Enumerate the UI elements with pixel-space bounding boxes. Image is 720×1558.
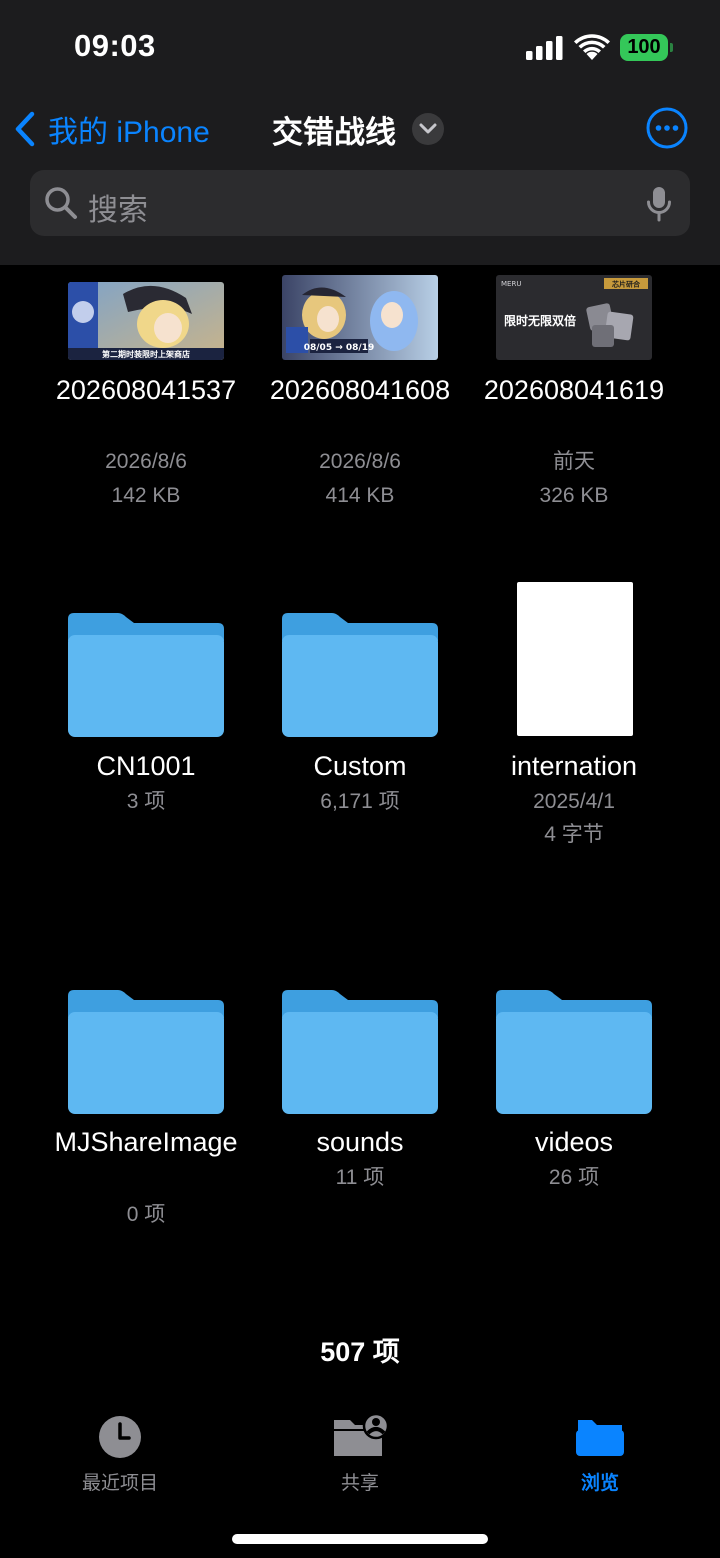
image-thumbnail: 第二期时装限时上架商店 — [68, 282, 224, 360]
folder-item-count: 11 项 — [335, 1166, 385, 1189]
status-bar: 09:03 100 — [0, 0, 720, 90]
folder-icon — [68, 613, 224, 737]
search-placeholder: 搜索 — [88, 194, 148, 227]
page-title: 交错战线 — [272, 114, 396, 150]
file-name: 202608041537 — [55, 375, 237, 405]
navigation-bar: 我的 iPhone 交错战线 — [0, 100, 720, 158]
folder-item[interactable]: videos 26 项 — [467, 952, 681, 1192]
thumbnail-caption: 第二期时装限时上架商店 — [102, 349, 190, 359]
tab-shared[interactable]: 共享 — [280, 1414, 440, 1504]
folder-icon — [68, 990, 224, 1114]
folder-item[interactable]: Custom 6,171 项 — [253, 575, 467, 815]
battery-tip — [670, 43, 673, 52]
thumbnail-brand: MERU — [501, 280, 521, 288]
folder-item[interactable]: MJShareImage 0 项 — [39, 952, 253, 1232]
file-item[interactable]: internation 2025/4/1 4 字节 — [467, 575, 681, 855]
tab-recents[interactable]: 最近项目 — [40, 1414, 200, 1504]
file-name: 202608041608 — [269, 375, 451, 405]
file-item[interactable]: MERU 芯片研合 限时无限双倍 202608041619 前天 326 KB — [467, 272, 681, 522]
thumbnail-headline: 限时无限双倍 — [504, 313, 576, 328]
folder-icon — [282, 613, 438, 737]
search-icon — [45, 187, 77, 219]
file-date: 2026/8/6 — [105, 450, 187, 473]
battery-indicator: 100 — [620, 34, 668, 61]
folder-name: videos — [534, 1127, 614, 1157]
tab-label: 共享 — [340, 1473, 379, 1494]
file-size: 142 KB — [111, 484, 181, 507]
folder-item[interactable]: CN1001 3 项 — [39, 575, 253, 815]
chevron-down-icon — [412, 113, 444, 145]
file-size: 4 字节 — [544, 823, 604, 846]
back-button-label: 我的 iPhone — [48, 116, 210, 149]
folder-item-count: 26 项 — [548, 1166, 600, 1189]
more-options-icon[interactable] — [646, 107, 688, 149]
file-name: 202608041619 — [483, 375, 665, 405]
file-date: 前天 — [553, 450, 595, 473]
wifi-icon — [574, 34, 610, 60]
folder-title-menu[interactable]: 交错战线 — [272, 104, 444, 154]
document-thumbnail — [517, 582, 633, 736]
tab-label: 浏览 — [580, 1473, 619, 1494]
shared-folder-icon — [334, 1414, 390, 1456]
file-date: 2025/4/1 — [533, 790, 615, 813]
total-item-count: 507 项 — [320, 1337, 400, 1367]
thumbnail-tag: 芯片研合 — [612, 280, 641, 289]
file-item[interactable]: 08/05 → 08/19 202608041608 2026/8/6 414 … — [253, 272, 467, 522]
file-item[interactable]: 第二期时装限时上架商店 202608041537 2026/8/6 142 KB — [39, 272, 253, 522]
folder-name: CN1001 — [96, 751, 196, 781]
folder-item[interactable]: sounds 11 项 — [253, 952, 467, 1192]
search-field[interactable]: 搜索 — [30, 170, 690, 236]
tab-browse[interactable]: 浏览 — [520, 1414, 680, 1504]
microphone-icon[interactable] — [646, 185, 672, 223]
chevron-left-icon — [15, 111, 35, 147]
folder-item-count: 3 项 — [126, 790, 166, 813]
file-date: 2026/8/6 — [319, 450, 401, 473]
clock-icon — [99, 1416, 141, 1458]
folder-item-count: 0 项 — [126, 1203, 166, 1226]
image-thumbnail: 08/05 → 08/19 — [282, 275, 438, 360]
folder-item-count: 6,171 项 — [320, 790, 400, 813]
file-size: 414 KB — [325, 484, 395, 507]
folder-name: Custom — [313, 751, 407, 781]
image-thumbnail: MERU 芯片研合 限时无限双倍 — [496, 275, 652, 360]
cellular-signal-icon — [526, 36, 563, 60]
folder-name: MJShareImage — [54, 1127, 238, 1157]
status-time: 09:03 — [74, 28, 156, 63]
file-name: internation — [510, 751, 638, 781]
header: 09:03 100 我的 iPhone 交错战线 搜索 — [0, 0, 720, 265]
tab-label: 最近项目 — [81, 1473, 158, 1494]
folder-icon — [496, 990, 652, 1114]
back-button[interactable]: 我的 iPhone — [14, 104, 210, 154]
folder-icon — [576, 1420, 624, 1456]
home-indicator[interactable] — [232, 1534, 488, 1544]
thumbnail-dates: 08/05 → 08/19 — [304, 343, 374, 353]
folder-icon — [282, 990, 438, 1114]
folder-name: sounds — [316, 1127, 404, 1157]
file-size: 326 KB — [539, 484, 609, 507]
